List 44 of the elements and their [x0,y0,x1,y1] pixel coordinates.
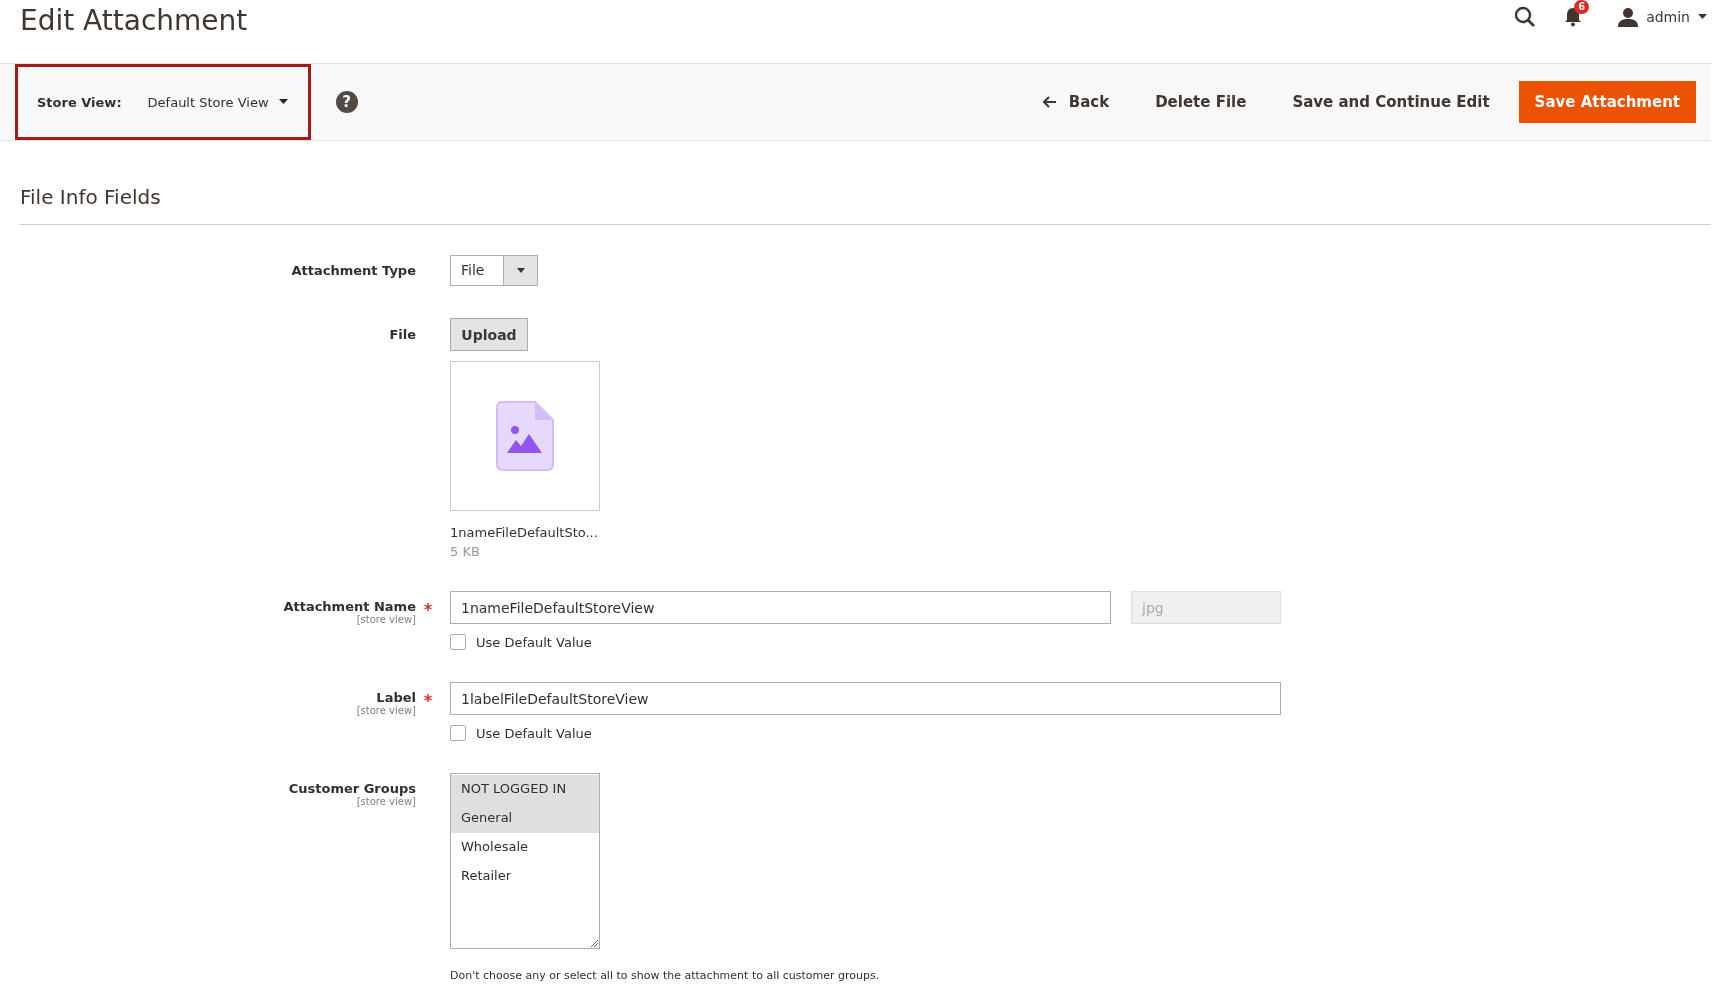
back-button[interactable]: Back [1027,81,1125,123]
field-label: Label [376,690,416,705]
list-option[interactable]: Wholesale [451,833,599,862]
action-button[interactable]: Save and Continue Edit [1277,81,1505,123]
notification-count: 6 [1574,0,1590,14]
search-icon[interactable] [1514,6,1537,28]
scope-note: [store view] [356,614,416,625]
scope-note: [store view] [356,796,416,807]
customer-groups-list[interactable]: NOT LOGGED IN General Wholesale Retailer [450,773,600,949]
field-label: Customer Groups [288,781,416,796]
text-input[interactable]: 1labelFileDefaultStoreView [450,682,1281,715]
upload-button[interactable]: Upload [450,318,528,351]
file-size: 5 KB [450,544,480,559]
action-button[interactable]: Delete File [1140,81,1262,123]
field-label: Attachment Name [283,599,416,614]
caret-icon [1698,14,1707,20]
field-label: Attachment Type [291,263,416,278]
page-title: Edit Attachment [20,4,248,37]
arrow-left-icon [1042,96,1057,108]
list-option[interactable]: NOT LOGGED IN [451,775,599,804]
attachment-type-select[interactable]: File [450,255,538,286]
use-default-checkbox[interactable]: Use Default Value [450,634,592,650]
store-view-label: Store View: [37,94,122,110]
use-default-checkbox[interactable]: Use Default Value [450,725,592,741]
save-button[interactable]: Save Attachment [1518,81,1696,123]
notifications-button[interactable]: 6 [1564,0,1591,27]
checkbox[interactable] [450,725,466,741]
caret-icon [516,268,525,273]
user-menu[interactable]: admin [1618,7,1707,27]
checkbox[interactable] [450,634,466,650]
list-option[interactable]: Retailer [451,862,599,891]
store-view-dropdown[interactable]: Default Store View [147,94,288,110]
image-file-icon [496,401,554,471]
text-input[interactable]: 1nameFileDefaultStoreView [450,591,1111,624]
list-option[interactable]: General [451,804,599,833]
caret-icon [278,99,288,105]
field-label: File [389,327,416,342]
resize-handle-icon[interactable] [590,939,598,947]
section-title: File Info Fields [20,185,162,209]
file-name: 1nameFileDefaultSto... [450,525,598,540]
help-icon[interactable]: ? [335,91,358,113]
user-icon [1618,7,1639,27]
help-text: Don't choose any or select all to show the attachment to all customer groups. [450,969,880,982]
scope-note: [store view] [356,705,416,716]
